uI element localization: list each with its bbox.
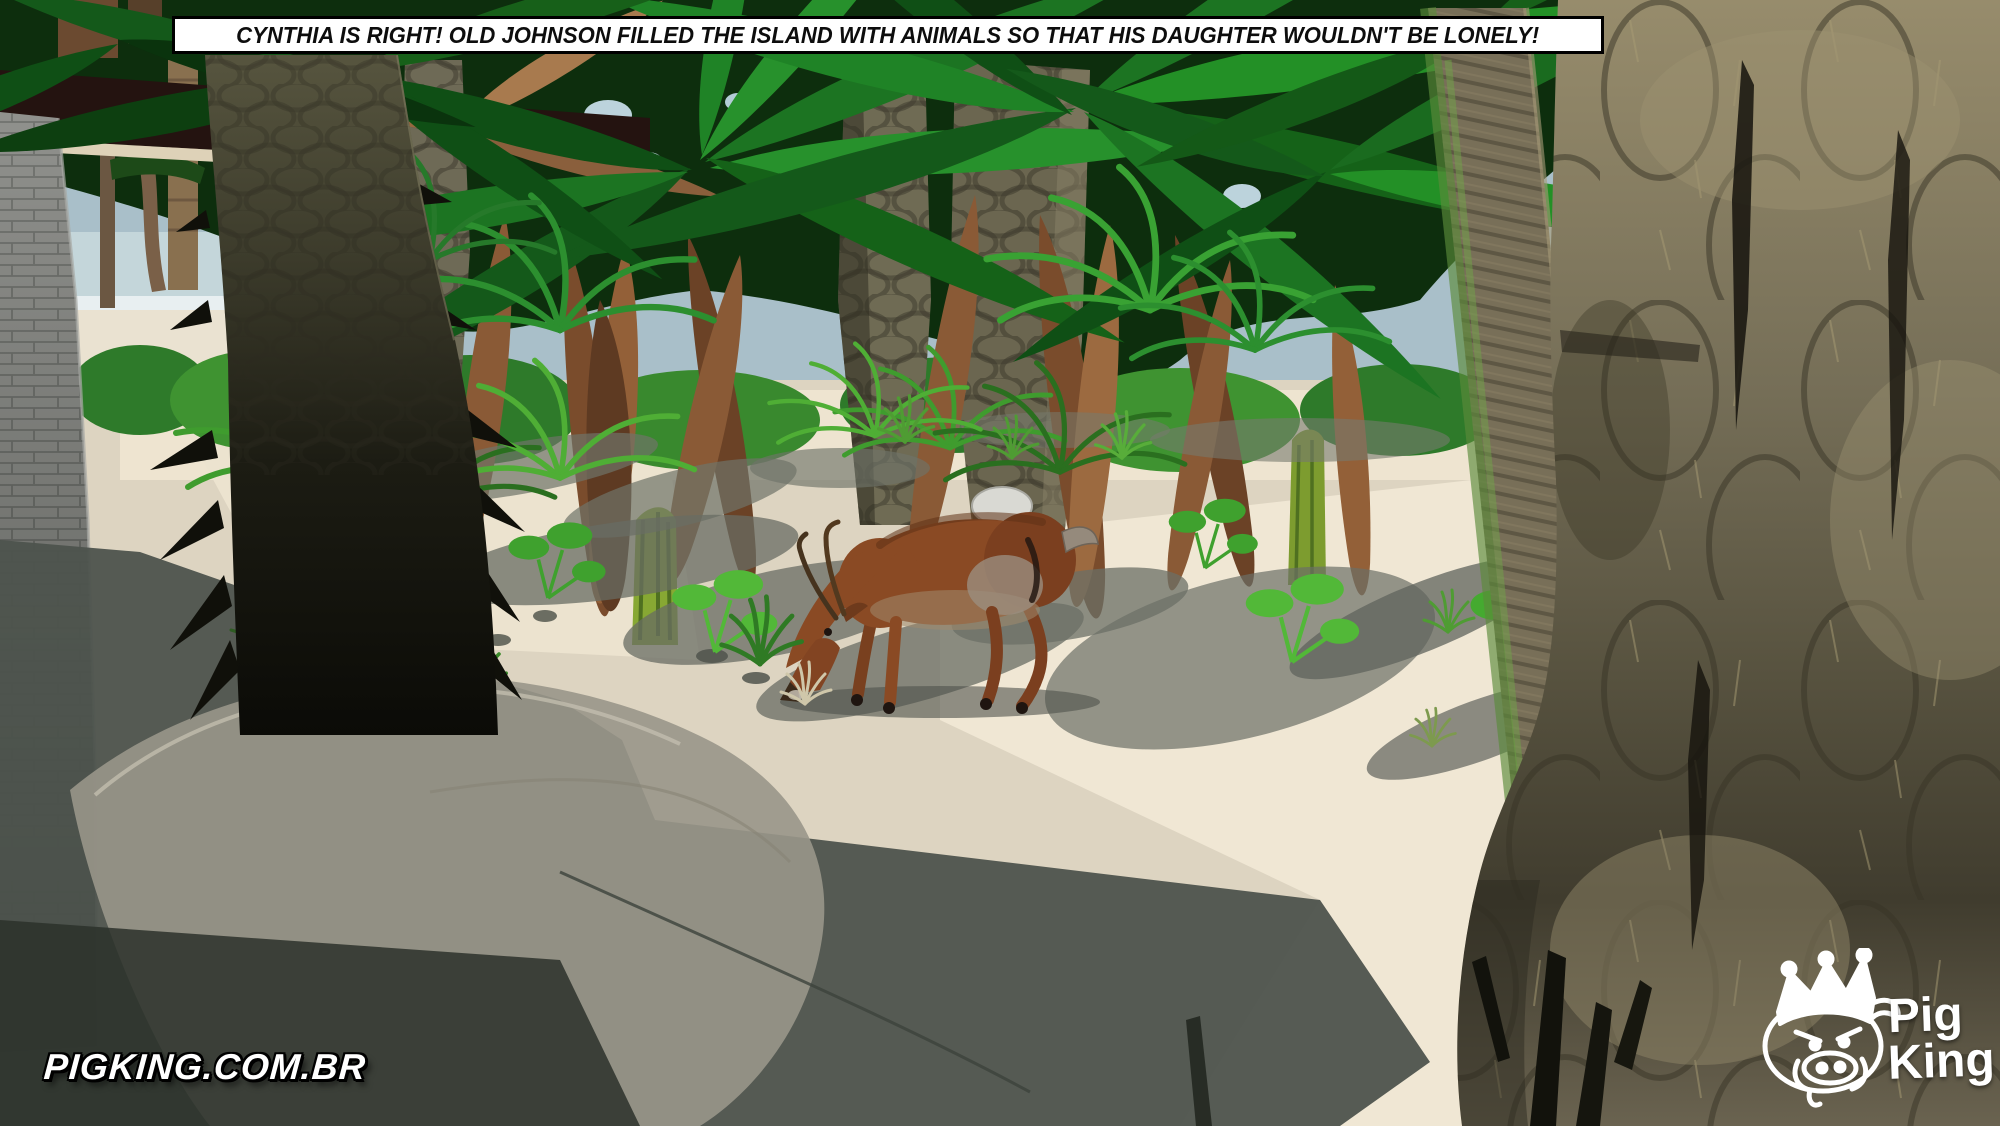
pig-king-logo: Pig King [1748,948,2000,1124]
comic-panel: CYNTHIA IS RIGHT! OLD JOHNSON FILLED THE… [0,0,2000,1126]
logo-text-line2: King [1887,1036,1995,1088]
caption-box: CYNTHIA IS RIGHT! OLD JOHNSON FILLED THE… [172,16,1604,54]
island-scene [0,0,2000,1126]
caption-text: CYNTHIA IS RIGHT! OLD JOHNSON FILLED THE… [236,24,1539,47]
site-watermark: PIGKING.COM.BR [43,1046,368,1088]
